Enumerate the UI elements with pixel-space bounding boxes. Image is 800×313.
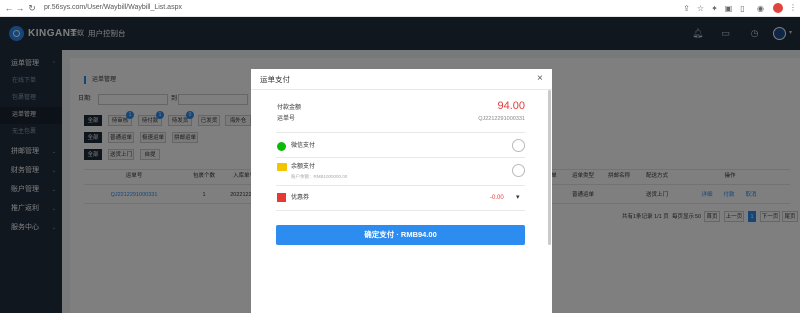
divider bbox=[276, 210, 525, 211]
order-number: QJ2212291000331 bbox=[478, 116, 525, 122]
forward-icon[interactable]: → bbox=[15, 3, 25, 13]
coupon-label: 优惠券 bbox=[291, 195, 310, 201]
extension-icon[interactable]: ✦ bbox=[710, 4, 719, 13]
puzzle-icon[interactable]: ▣ bbox=[724, 4, 733, 13]
order-label: 运单号 bbox=[277, 116, 296, 122]
wechat-pay-radio[interactable] bbox=[512, 139, 525, 152]
modal-title: 运单支付 bbox=[260, 75, 290, 84]
share-icon[interactable]: ⇪ bbox=[682, 4, 691, 13]
modal-scrollbar[interactable] bbox=[548, 90, 551, 245]
modal-header: 运单支付 × bbox=[251, 69, 552, 90]
wechat-icon bbox=[277, 142, 286, 151]
menu-dots-icon[interactable]: ⋮ bbox=[789, 3, 797, 13]
chevron-down-icon[interactable]: ▾ bbox=[516, 193, 520, 203]
balance-amount: 账户余额：RMB1000000.00 bbox=[291, 174, 348, 179]
amount-label: 付款金额 bbox=[277, 105, 302, 111]
wechat-pay-label: 微信支付 bbox=[291, 143, 316, 149]
coupon-value[interactable]: -0.00 bbox=[490, 194, 504, 203]
sidebar-toggle-icon[interactable]: ▯ bbox=[738, 4, 747, 13]
back-icon[interactable]: ← bbox=[4, 3, 14, 13]
divider bbox=[276, 157, 525, 158]
browser-toolbar: ← → ↻ pr.56sys.com/User/Waybill/Waybill_… bbox=[0, 0, 800, 17]
amount-value: 94.00 bbox=[497, 100, 525, 112]
divider bbox=[276, 132, 525, 133]
reload-icon[interactable]: ↻ bbox=[27, 3, 37, 13]
profile-icon[interactable]: ◉ bbox=[756, 4, 765, 13]
browser-alert-icon[interactable] bbox=[773, 3, 783, 13]
bookmark-star-icon[interactable]: ☆ bbox=[696, 4, 705, 13]
wallet-icon bbox=[277, 163, 287, 171]
balance-pay-label: 余额支付 bbox=[291, 164, 316, 170]
divider bbox=[276, 185, 525, 186]
address-bar[interactable]: pr.56sys.com/User/Waybill/Waybill_List.a… bbox=[44, 3, 182, 13]
balance-pay-radio[interactable] bbox=[512, 164, 525, 177]
coupon-icon bbox=[277, 193, 286, 202]
close-icon[interactable]: × bbox=[537, 73, 543, 85]
confirm-pay-button[interactable]: 确定支付 · RMB94.00 bbox=[276, 225, 525, 245]
